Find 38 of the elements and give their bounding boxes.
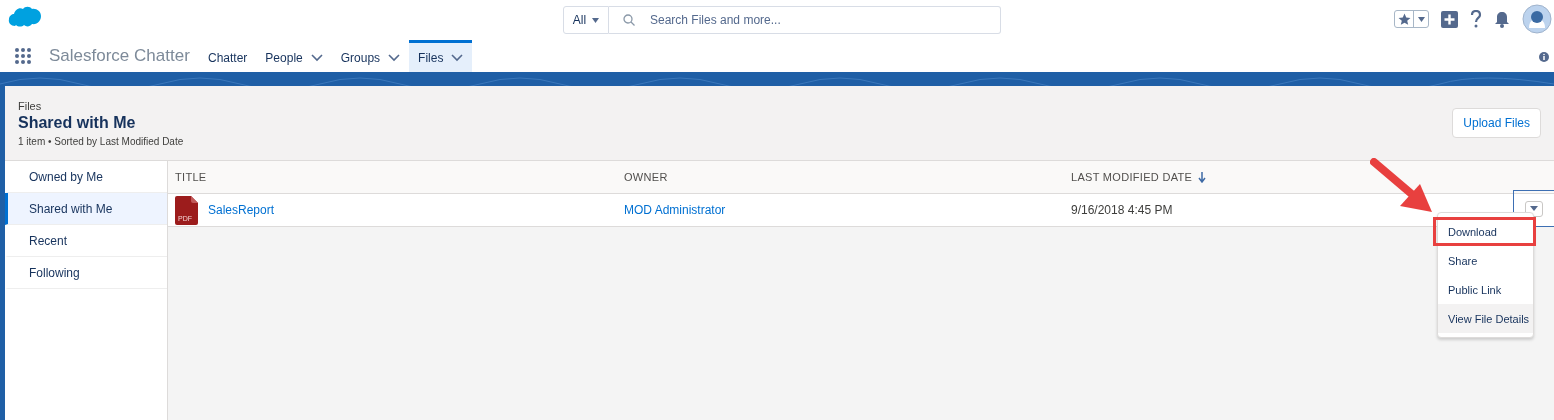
caret-icon [592, 17, 600, 23]
search-field[interactable]: Search Files and more... [609, 6, 1001, 34]
scope-dropdown[interactable]: All [563, 6, 609, 34]
info-icon[interactable] [1539, 52, 1549, 62]
page-title: Shared with Me [18, 113, 137, 132]
nav-tab[interactable]: Chatter [199, 40, 257, 72]
menu-item[interactable]: Public Link [1438, 275, 1533, 304]
favorites-button[interactable] [1394, 10, 1429, 28]
add-icon[interactable] [1441, 10, 1458, 28]
menu-item[interactable]: Share [1438, 246, 1533, 275]
sidebar-item[interactable]: Recent [5, 225, 167, 257]
nav-tab[interactable]: Files [409, 40, 473, 72]
star-icon [1397, 12, 1411, 26]
owner-link[interactable]: MOD Administrator [624, 203, 726, 217]
bell-icon[interactable] [1494, 10, 1510, 28]
menu-item[interactable]: Download [1433, 217, 1536, 246]
help-icon[interactable] [1470, 10, 1482, 28]
table-cell: 9/16/2018 4:45 PM [1071, 203, 1173, 217]
caret-icon [1530, 206, 1538, 211]
row-menu-button[interactable] [1525, 200, 1543, 217]
arrow-drawing [1370, 158, 1434, 214]
page-subtitle: 1 item • Sorted by Last Modified Date [18, 135, 185, 147]
upload-files-button[interactable]: Upload Files [1452, 108, 1541, 138]
breadcrumb: Files [18, 99, 43, 112]
search-icon [623, 14, 635, 26]
column-header[interactable]: OWNER [617, 161, 1064, 194]
sidebar-item[interactable]: Shared with Me [5, 193, 167, 225]
column-header[interactable]: TITLE [168, 161, 617, 194]
app-name: Salesforce Chatter [49, 46, 191, 66]
caret-icon [1417, 16, 1425, 22]
nav-tab[interactable]: Groups [331, 40, 410, 72]
avatar-icon[interactable] [1522, 4, 1552, 34]
nav-tab[interactable]: People [256, 40, 332, 72]
app-launcher-icon[interactable] [14, 47, 32, 65]
file-title-link[interactable]: SalesReport [208, 203, 275, 217]
cloud-logo[interactable] [8, 5, 41, 28]
menu-item[interactable]: View File Details [1438, 304, 1533, 333]
sidebar-item[interactable]: Following [5, 257, 167, 289]
